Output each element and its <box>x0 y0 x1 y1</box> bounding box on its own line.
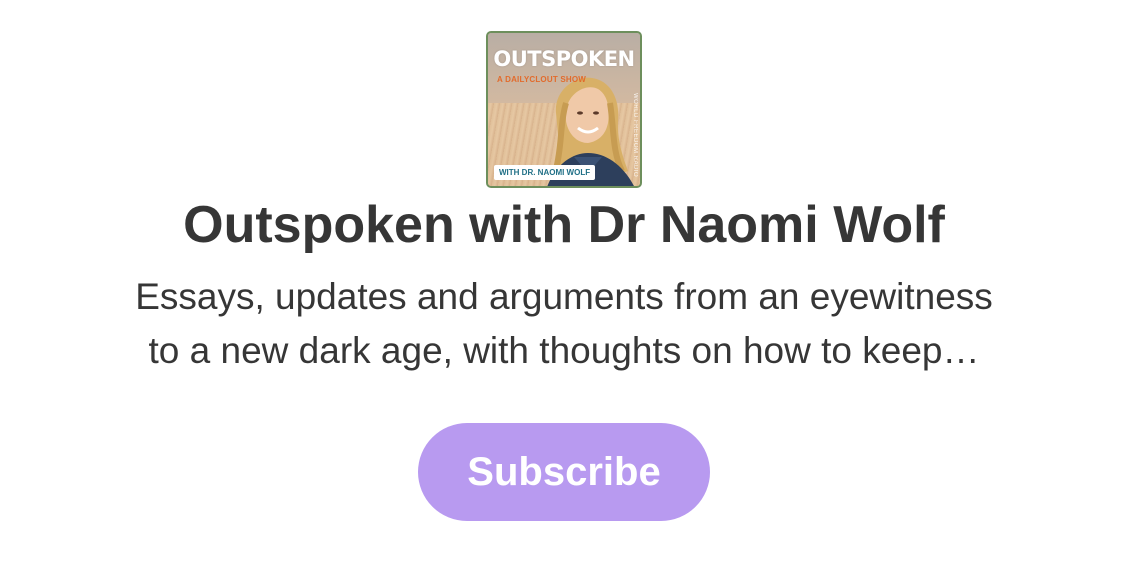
publication-card: OUTSPOKEN A DAILYCLOUT SHOW WORLD FREEDO… <box>0 0 1128 564</box>
description-line-1: Essays, updates and arguments from an ey… <box>135 276 993 317</box>
cover-side-text: WORLD FREEDOM RADIO <box>632 93 638 178</box>
cover-host-badge: WITH DR. NAOMI WOLF <box>494 165 596 180</box>
publication-description: Essays, updates and arguments from an ey… <box>84 270 1044 378</box>
podcast-cover-image[interactable]: OUTSPOKEN A DAILYCLOUT SHOW WORLD FREEDO… <box>486 31 642 188</box>
subscribe-button[interactable]: Subscribe <box>418 423 710 521</box>
publication-title: Outspoken with Dr Naomi Wolf <box>183 196 945 254</box>
description-line-2: to a new dark age, with thoughts on how … <box>148 330 980 371</box>
cover-title: OUTSPOKEN <box>493 47 635 71</box>
cover-subtitle: A DAILYCLOUT SHOW <box>497 75 587 84</box>
